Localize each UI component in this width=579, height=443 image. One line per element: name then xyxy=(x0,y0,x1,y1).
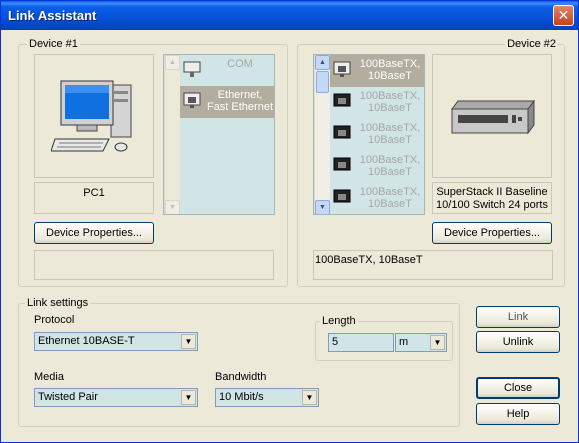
length-unit-value: m xyxy=(399,336,409,348)
ethernet-port-icon xyxy=(333,157,351,171)
network-switch-icon xyxy=(451,99,535,135)
ethernet-port-icon xyxy=(333,61,351,77)
chevron-down-icon[interactable]: ▼ xyxy=(430,335,445,350)
bandwidth-select[interactable]: 10 Mbit/s ▼ xyxy=(215,388,319,407)
scroll-down-icon[interactable]: ▼ xyxy=(315,200,330,214)
ethernet-port-icon xyxy=(183,92,201,108)
device1-image-panel xyxy=(34,54,154,178)
device1-port-label: Ethernet, Fast Ethernet xyxy=(206,89,274,113)
length-value: 5 xyxy=(332,336,339,348)
device2-port-label: 100BaseTX, 10BaseT xyxy=(359,154,421,178)
device2-group: Device #2 ▲ ▼ 100BaseTX, 10BaseT 100Base… xyxy=(297,38,565,287)
device1-name: PC1 xyxy=(83,187,105,199)
ethernet-port-icon xyxy=(333,125,351,139)
device2-name: SuperStack II Baseline 10/100 Switch 24 … xyxy=(436,186,548,211)
length-unit-select[interactable]: m ▼ xyxy=(395,333,447,352)
close-button[interactable]: Close xyxy=(476,377,560,399)
link-button[interactable]: Link xyxy=(476,306,560,328)
device1-port-item-selected[interactable]: Ethernet, Fast Ethernet xyxy=(180,86,274,118)
device2-port-list[interactable]: ▲ ▼ 100BaseTX, 10BaseT 100BaseTX, 10Base… xyxy=(313,54,425,215)
protocol-select[interactable]: Ethernet 10BASE-T ▼ xyxy=(34,332,198,351)
protocol-label: Protocol xyxy=(34,314,75,326)
device1-name-box: PC1 xyxy=(34,182,154,214)
device2-image-panel xyxy=(432,54,552,178)
device1-port-label: COM xyxy=(227,58,253,70)
length-label: Length xyxy=(320,315,358,328)
device2-description: 100BaseTX, 10BaseT xyxy=(315,254,423,266)
device2-port-item[interactable]: 100BaseTX, 10BaseT xyxy=(330,183,424,214)
media-value: Twisted Pair xyxy=(38,391,98,403)
link-settings-group: Link settings Protocol Ethernet 10BASE-T… xyxy=(18,297,460,427)
scroll-down-icon[interactable]: ▼ xyxy=(165,200,180,214)
scroll-thumb[interactable] xyxy=(316,71,329,93)
device2-port-scrollbar[interactable]: ▲ ▼ xyxy=(314,55,330,214)
device2-description-box: 100BaseTX, 10BaseT xyxy=(313,250,553,280)
device1-properties-button[interactable]: Device Properties... xyxy=(34,222,154,244)
device1-port-item[interactable]: COM xyxy=(180,55,274,83)
link-assistant-window: Link Assistant ✕ Device #1 PC1 ▲ ▼ COM E… xyxy=(0,0,579,443)
chevron-down-icon[interactable]: ▼ xyxy=(181,334,196,349)
device1-description xyxy=(34,250,274,280)
link-settings-label: Link settings xyxy=(25,297,91,310)
device2-port-item-selected[interactable]: 100BaseTX, 10BaseT xyxy=(330,55,424,87)
length-group: Length 5 m ▼ xyxy=(315,315,453,361)
media-label: Media xyxy=(34,371,64,383)
media-select[interactable]: Twisted Pair ▼ xyxy=(34,388,198,407)
title-bar[interactable]: Link Assistant ✕ xyxy=(1,1,578,30)
device2-group-label: Device #2 xyxy=(505,38,558,51)
device1-group-label: Device #1 xyxy=(27,38,80,51)
device2-port-label: 100BaseTX, 10BaseT xyxy=(359,90,421,114)
device2-name-box: SuperStack II Baseline 10/100 Switch 24 … xyxy=(432,182,552,214)
device2-port-label: 100BaseTX, 10BaseT xyxy=(359,122,421,146)
bandwidth-value: 10 Mbit/s xyxy=(219,391,264,403)
device2-port-label: 100BaseTX, 10BaseT xyxy=(359,58,421,82)
ethernet-port-icon xyxy=(333,93,351,107)
device2-properties-button[interactable]: Device Properties... xyxy=(432,222,552,244)
device1-group: Device #1 PC1 ▲ ▼ COM Ethernet, Fast Eth… xyxy=(18,38,288,287)
pc-computer-icon xyxy=(51,80,132,152)
device1-port-scrollbar[interactable]: ▲ ▼ xyxy=(164,55,180,214)
device2-port-item[interactable]: 100BaseTX, 10BaseT xyxy=(330,119,424,151)
protocol-value: Ethernet 10BASE-T xyxy=(38,335,135,347)
chevron-down-icon[interactable]: ▼ xyxy=(302,390,317,405)
device2-port-label: 100BaseTX, 10BaseT xyxy=(359,186,421,210)
bandwidth-label: Bandwidth xyxy=(215,371,267,383)
window-close-button[interactable]: ✕ xyxy=(553,5,574,26)
help-button[interactable]: Help xyxy=(476,403,560,425)
ethernet-port-icon xyxy=(333,189,351,203)
serial-port-icon xyxy=(183,61,201,77)
chevron-down-icon[interactable]: ▼ xyxy=(181,390,196,405)
window-title: Link Assistant xyxy=(8,8,97,23)
device2-port-item[interactable]: 100BaseTX, 10BaseT xyxy=(330,87,424,119)
unlink-button[interactable]: Unlink xyxy=(476,331,560,353)
device1-port-list[interactable]: ▲ ▼ COM Ethernet, Fast Ethernet xyxy=(163,54,275,215)
scroll-up-icon[interactable]: ▲ xyxy=(315,55,330,70)
length-input[interactable]: 5 xyxy=(328,333,394,352)
device2-port-item[interactable]: 100BaseTX, 10BaseT xyxy=(330,151,424,183)
scroll-up-icon[interactable]: ▲ xyxy=(165,55,180,70)
